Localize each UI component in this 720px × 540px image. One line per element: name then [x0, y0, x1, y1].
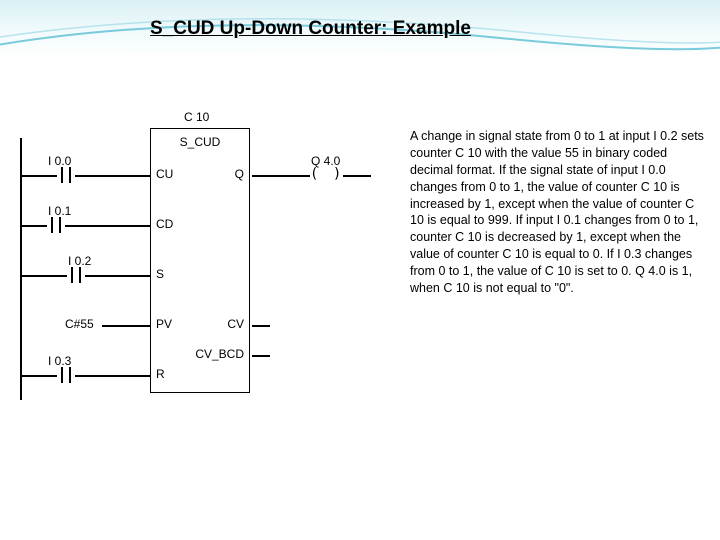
wire	[22, 375, 57, 377]
counter-block: S_CUD CU Q CD S PV CV CV_BCD R	[150, 128, 250, 393]
label-i00: I 0.0	[48, 154, 71, 168]
counter-instance-name: C 10	[184, 110, 209, 124]
label-i03: I 0.3	[48, 354, 71, 368]
wire	[65, 225, 150, 227]
port-q: Q	[235, 167, 244, 181]
block-type-label: S_CUD	[151, 129, 249, 149]
wire	[343, 175, 371, 177]
wire	[252, 355, 270, 357]
wire	[252, 175, 310, 177]
contact-i02	[67, 267, 85, 283]
wire	[22, 225, 47, 227]
port-cu: CU	[156, 167, 173, 181]
port-pv: PV	[156, 317, 172, 331]
ladder-diagram: C 10 S_CUD CU Q CD S PV CV CV_BCD R I 0.…	[20, 110, 390, 410]
slide-title: S_CUD Up-Down Counter: Example	[150, 18, 471, 40]
wire	[22, 275, 67, 277]
wire	[102, 325, 150, 327]
output-coil: ( )	[310, 166, 344, 182]
label-i02: I 0.2	[68, 254, 91, 268]
label-pv-value: C#55	[65, 317, 94, 331]
left-rail	[20, 138, 22, 400]
wire	[22, 175, 57, 177]
port-s: S	[156, 267, 164, 281]
port-cv: CV	[227, 317, 244, 331]
wire	[75, 375, 150, 377]
port-r: R	[156, 367, 165, 381]
contact-i01	[47, 217, 65, 233]
example-description: A change in signal state from 0 to 1 at …	[410, 110, 705, 410]
contact-i03	[57, 367, 75, 383]
slide-content: C 10 S_CUD CU Q CD S PV CV CV_BCD R I 0.…	[20, 110, 705, 410]
wire	[85, 275, 150, 277]
port-cvbcd: CV_BCD	[195, 347, 244, 361]
label-i01: I 0.1	[48, 204, 71, 218]
port-cd: CD	[156, 217, 173, 231]
wire	[252, 325, 270, 327]
wire	[75, 175, 150, 177]
contact-i00	[57, 167, 75, 183]
